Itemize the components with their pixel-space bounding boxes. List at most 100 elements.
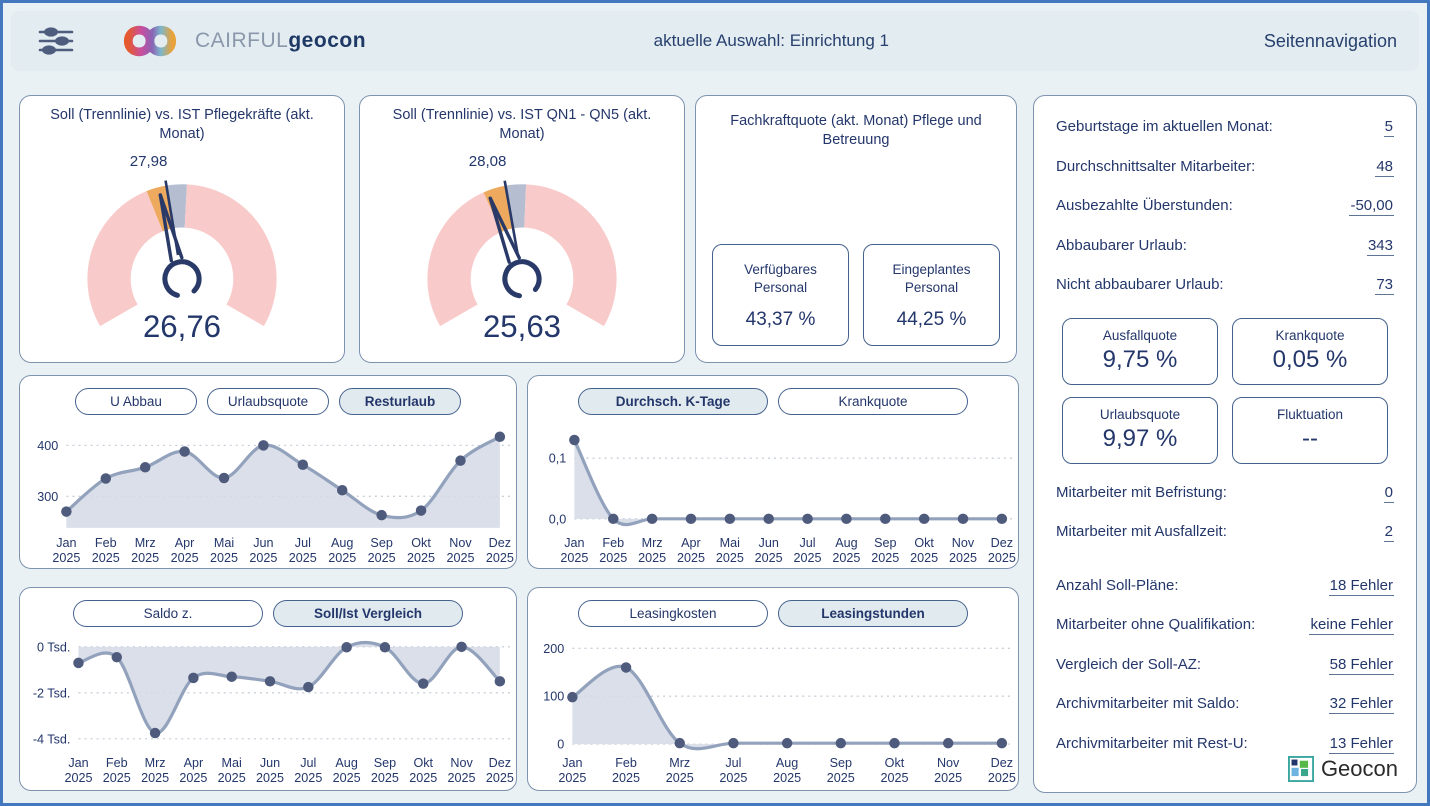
stat-row-ausfallzeit: Mitarbeiter mit Ausfallzeit: 2 [1056,523,1394,542]
geocon-logo-text: Geocon [1321,756,1398,782]
tab-resturlaub[interactable]: Resturlaub [339,388,461,415]
svg-text:Okt: Okt [411,536,431,550]
svg-text:Apr: Apr [175,536,195,550]
stat-value-link[interactable]: 48 [1375,158,1394,177]
svg-text:2025: 2025 [988,771,1016,785]
stat-value-link[interactable]: 5 [1384,118,1394,137]
svg-text:Jul: Jul [725,756,741,770]
svg-text:200: 200 [543,642,564,656]
svg-text:300: 300 [37,490,58,504]
geocon-grid-icon [1288,756,1314,782]
svg-text:Aug: Aug [776,756,798,770]
svg-text:Okt: Okt [914,536,934,550]
error-value-link[interactable]: keine Fehler [1309,616,1394,635]
kpi-card-eingeplantes-personal[interactable]: Eingeplantes Personal 44,25 % [863,244,1000,346]
kpi-card-verfuegbares-personal[interactable]: Verfügbares Personal 43,37 % [712,244,849,346]
svg-text:Jul: Jul [800,536,816,550]
svg-text:2025: 2025 [949,551,977,565]
kpi-card-fluktuation[interactable]: Fluktuation -- [1232,397,1388,464]
svg-text:Dez: Dez [489,756,511,770]
svg-text:Feb: Feb [106,756,128,770]
svg-text:Okt: Okt [413,756,433,770]
kpi-label: Ausfallquote [1067,328,1213,343]
svg-text:2025: 2025 [64,771,92,785]
svg-text:2025: 2025 [638,551,666,565]
tab-durchsch-k-tage[interactable]: Durchsch. K-Tage [578,388,768,415]
tab-saldo[interactable]: Saldo z. [73,600,263,627]
svg-text:26,76: 26,76 [143,309,221,344]
error-value-link[interactable]: 13 Fehler [1329,735,1394,754]
filter-sliders-icon[interactable] [37,25,75,57]
svg-text:Jan: Jan [564,536,584,550]
gauge-chart-qn1-qn5: 28,0825,63 [360,144,684,353]
svg-text:Sep: Sep [830,756,852,770]
stats-sidebar-panel: Geburtstage im aktuellen Monat: 5 Durchs… [1033,95,1417,793]
svg-text:2025: 2025 [666,771,694,785]
gauge-chart-pflegekraefte: 27,9826,76 [20,144,344,353]
leasing-line-chart: 0100200Jan2025Feb2025Mrz2025Jul2025Aug20… [528,629,1018,788]
kpi-card-krankquote[interactable]: Krankquote 0,05 % [1232,318,1388,385]
kpi-value: 9,75 % [1067,346,1213,374]
stat-label: Geburtstage im aktuellen Monat: [1056,118,1273,135]
svg-text:Nov: Nov [952,536,975,550]
kpi-value: -- [1237,425,1383,453]
svg-text:0: 0 [557,738,564,752]
svg-text:-4 Tsd.: -4 Tsd. [33,732,71,746]
brand-wordmark: CAIRFULgeocon [195,29,366,53]
kpi-card-urlaubsquote[interactable]: Urlaubsquote 9,97 % [1062,397,1218,464]
tab-krankquote[interactable]: Krankquote [778,388,968,415]
fachkraftquote-title: Fachkraftquote (akt. Monat) Pflege und B… [696,96,1016,150]
svg-text:2025: 2025 [103,771,131,785]
app-logo: CAIRFULgeocon [119,20,366,62]
stat-value-link[interactable]: 2 [1384,523,1394,542]
tab-leasingstunden[interactable]: Leasingstunden [778,600,968,627]
error-row-soll-plaene: Anzahl Soll-Pläne: 18 Fehler [1056,577,1394,596]
svg-text:400: 400 [37,439,58,453]
svg-text:2025: 2025 [333,771,361,785]
stat-value-link[interactable]: 343 [1367,237,1394,256]
svg-text:2025: 2025 [218,771,246,785]
stat-label: Nicht abbaubarer Urlaub: [1056,276,1224,293]
tab-u-abbau[interactable]: U Abbau [75,388,197,415]
svg-text:2025: 2025 [988,551,1016,565]
kpi-label: Krankquote [1237,328,1383,343]
svg-text:Nov: Nov [937,756,960,770]
svg-text:2025: 2025 [716,551,744,565]
kpi-label: Fluktuation [1237,407,1383,422]
tab-urlaubsquote[interactable]: Urlaubsquote [207,388,329,415]
current-selection-label: aktuelle Auswahl: Einrichtung 1 [654,31,889,51]
error-value-link[interactable]: 58 Fehler [1329,656,1394,675]
stat-label: Ausbezahlte Überstunden: [1056,197,1233,214]
stat-label: Archivmitarbeiter mit Rest-U: [1056,735,1248,752]
svg-text:2025: 2025 [92,551,120,565]
svg-text:2025: 2025 [871,551,899,565]
stat-value-link[interactable]: -50,00 [1349,197,1394,216]
stat-label: Abbaubarer Urlaub: [1056,237,1187,254]
svg-text:2025: 2025 [328,551,356,565]
svg-text:2025: 2025 [407,551,435,565]
tab-soll-ist-vergleich[interactable]: Soll/Ist Vergleich [273,600,463,627]
tab-leasingkosten[interactable]: Leasingkosten [578,600,768,627]
svg-text:Jun: Jun [759,536,779,550]
stat-value-link[interactable]: 73 [1375,276,1394,295]
header-bar: CAIRFULgeocon aktuelle Auswahl: Einricht… [11,11,1419,71]
stat-value-link[interactable]: 0 [1384,484,1394,503]
svg-text:Dez: Dez [991,536,1013,550]
kpi-value: 9,97 % [1067,425,1213,453]
error-value-link[interactable]: 18 Fehler [1329,577,1394,596]
kpi-card-ausfallquote[interactable]: Ausfallquote 9,75 % [1062,318,1218,385]
stat-label: Anzahl Soll-Pläne: [1056,577,1179,594]
kpi-label: Eingeplantes Personal [870,261,993,297]
svg-text:2025: 2025 [560,551,588,565]
svg-text:2025: 2025 [294,771,322,785]
svg-text:2025: 2025 [486,551,514,565]
svg-text:2025: 2025 [677,551,705,565]
page-navigation-link[interactable]: Seitennavigation [1264,31,1397,52]
kpi-value: 44,25 % [870,309,993,331]
svg-text:2025: 2025 [52,551,80,565]
svg-text:0,0: 0,0 [549,512,567,526]
error-value-link[interactable]: 32 Fehler [1329,695,1394,714]
svg-text:28,08: 28,08 [469,153,507,170]
svg-text:2025: 2025 [558,771,586,785]
svg-text:Apr: Apr [681,536,701,550]
